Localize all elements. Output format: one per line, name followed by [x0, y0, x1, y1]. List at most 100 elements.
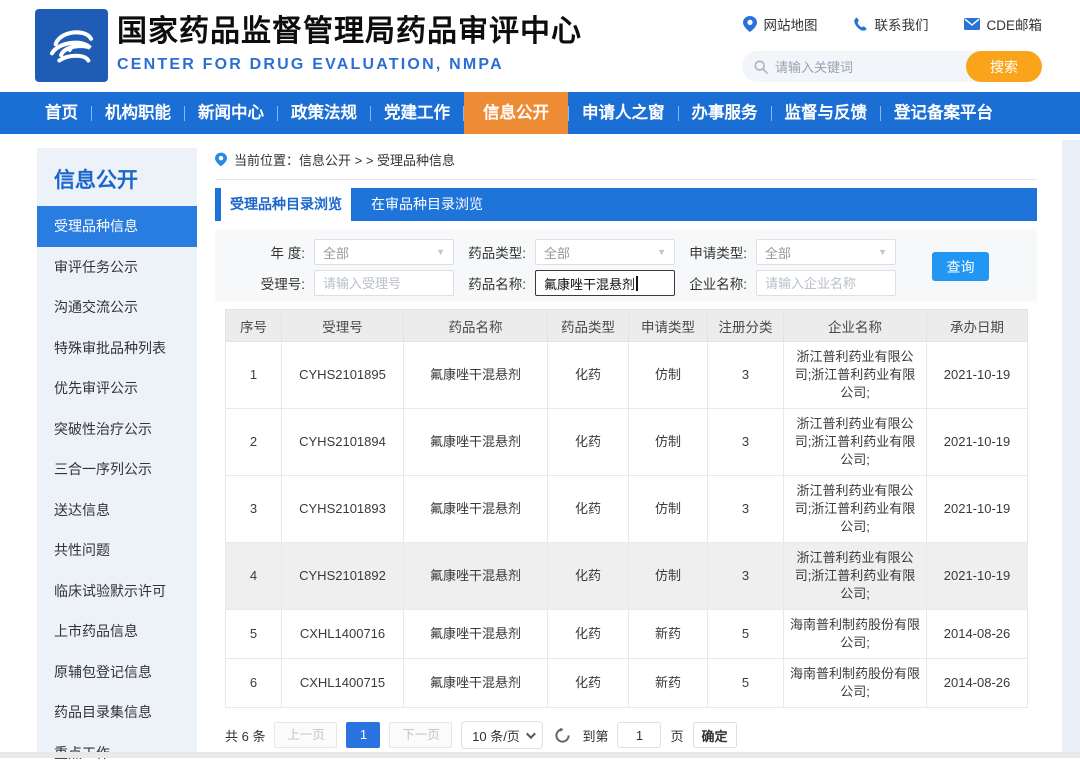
- chevron-down-icon: [526, 729, 536, 739]
- table-cell: CXHL1400716: [282, 610, 404, 659]
- table-cell: 仿制: [629, 409, 708, 476]
- sidebar-item-7[interactable]: 送达信息: [37, 490, 197, 531]
- sidebar-item-3[interactable]: 特殊审批品种列表: [37, 328, 197, 369]
- table-cell: 浙江普利药业有限公司;浙江普利药业有限公司;: [784, 543, 927, 610]
- query-button[interactable]: 查询: [932, 252, 989, 281]
- column-header-4: 申请类型: [629, 310, 708, 342]
- column-header-1: 受理号: [282, 310, 404, 342]
- apply-type-select[interactable]: 全部 ▼: [756, 239, 896, 265]
- sitemap-link[interactable]: 网站地图: [743, 14, 817, 34]
- year-select[interactable]: 全部 ▼: [314, 239, 454, 265]
- nav-item-8[interactable]: 监督与反馈: [772, 92, 881, 134]
- tab-accepted-catalog[interactable]: 受理品种目录浏览: [221, 188, 351, 221]
- table-header-row: 序号受理号药品名称药品类型申请类型注册分类企业名称承办日期: [226, 310, 1028, 342]
- sidebar-item-12[interactable]: 药品目录集信息: [37, 692, 197, 733]
- drug-name-value: 氟康唑干混悬剂: [544, 274, 635, 293]
- table-cell: 仿制: [629, 543, 708, 610]
- table-cell: CYHS2101894: [282, 409, 404, 476]
- table-cell: 氟康唑干混悬剂: [404, 543, 548, 610]
- sidebar-item-8[interactable]: 共性问题: [37, 530, 197, 571]
- table-cell: 5: [226, 610, 282, 659]
- results-table: 序号受理号药品名称药品类型申请类型注册分类企业名称承办日期 1CYHS21018…: [225, 309, 1028, 708]
- total-count: 共 6 条: [225, 726, 265, 745]
- chevron-down-icon: ▼: [657, 247, 666, 257]
- sidebar: 信息公开 受理品种信息审评任务公示沟通交流公示特殊审批品种列表优先审评公示突破性…: [37, 148, 197, 752]
- sidebar-item-6[interactable]: 三合一序列公示: [37, 449, 197, 490]
- nav-item-7[interactable]: 办事服务: [679, 92, 771, 134]
- drug-name-input[interactable]: 氟康唑干混悬剂: [535, 270, 675, 296]
- table-cell: 2014-08-26: [927, 610, 1028, 659]
- table-cell: 2014-08-26: [927, 659, 1028, 708]
- nav-item-3[interactable]: 政策法规: [278, 92, 370, 134]
- column-header-2: 药品名称: [404, 310, 548, 342]
- table-cell: 4: [226, 543, 282, 610]
- site-search[interactable]: 请输入关键词 搜索: [742, 51, 1042, 82]
- text-cursor: [636, 276, 638, 291]
- table-cell: 化药: [548, 342, 629, 409]
- results-table-wrap: 序号受理号药品名称药品类型申请类型注册分类企业名称承办日期 1CYHS21018…: [225, 309, 1027, 708]
- refresh-button[interactable]: [554, 727, 571, 744]
- sidebar-item-4[interactable]: 优先审评公示: [37, 368, 197, 409]
- page-size-value: 10 条/页: [472, 726, 520, 745]
- sidebar-item-9[interactable]: 临床试验默示许可: [37, 571, 197, 612]
- cde-mail-link[interactable]: CDE邮箱: [964, 14, 1042, 34]
- goto-label: 到第: [582, 726, 608, 745]
- sidebar-item-1[interactable]: 审评任务公示: [37, 247, 197, 288]
- cde-logo[interactable]: [35, 9, 108, 82]
- mail-label: CDE邮箱: [986, 14, 1042, 34]
- table-cell: CYHS2101893: [282, 476, 404, 543]
- table-cell: CYHS2101895: [282, 342, 404, 409]
- page-number-1[interactable]: 1: [346, 722, 380, 748]
- sidebar-item-11[interactable]: 原辅包登记信息: [37, 652, 197, 693]
- contact-label: 联系我们: [874, 14, 928, 34]
- goto-page-input[interactable]: [617, 722, 661, 748]
- brand-block: 国家药品监督管理局药品审评中心 CENTER FOR DRUG EVALUATI…: [117, 13, 582, 74]
- table-cell: 仿制: [629, 342, 708, 409]
- table-cell: 浙江普利药业有限公司;浙江普利药业有限公司;: [784, 342, 927, 409]
- page-size-select[interactable]: 10 条/页: [461, 721, 543, 749]
- nav-item-5[interactable]: 信息公开: [464, 92, 568, 134]
- swan-swirl-icon: [43, 17, 101, 75]
- location-pin-icon: [215, 152, 227, 167]
- confirm-button[interactable]: 确定: [693, 722, 737, 748]
- contact-link[interactable]: 联系我们: [853, 14, 928, 34]
- sidebar-item-2[interactable]: 沟通交流公示: [37, 287, 197, 328]
- accept-no-field: [314, 270, 454, 296]
- filter-row-2: 受理号: 药品名称: 氟康唑干混悬剂 企业名称:: [243, 270, 1037, 296]
- sidebar-item-0[interactable]: 受理品种信息: [37, 206, 197, 247]
- company-field: [756, 270, 896, 296]
- apply-type-select-value: 全部: [765, 243, 791, 262]
- company-input[interactable]: [765, 276, 887, 291]
- table-row-1: 1CYHS2101895氟康唑干混悬剂化药仿制3浙江普利药业有限公司;浙江普利药…: [226, 342, 1028, 409]
- table-cell: 3: [708, 342, 784, 409]
- nav-item-9[interactable]: 登记备案平台: [881, 92, 1006, 134]
- table-cell: CYHS2101892: [282, 543, 404, 610]
- tab-under-review-catalog[interactable]: 在审品种目录浏览: [351, 188, 503, 221]
- site-header: 国家药品监督管理局药品审评中心 CENTER FOR DRUG EVALUATI…: [0, 0, 1080, 92]
- table-cell: 海南普利制药股份有限公司;: [784, 659, 927, 708]
- nav-item-0[interactable]: 首页: [32, 92, 91, 134]
- next-page-button[interactable]: 下一页: [389, 722, 452, 748]
- table-cell: 2021-10-19: [927, 409, 1028, 476]
- quick-links: 网站地图 联系我们 CDE邮箱: [743, 14, 1042, 34]
- drug-type-label: 药品类型:: [464, 242, 526, 262]
- accept-no-input[interactable]: [323, 276, 445, 291]
- search-button[interactable]: 搜索: [966, 51, 1042, 82]
- year-label: 年 度:: [243, 242, 305, 262]
- filter-row-1: 年 度: 全部 ▼ 药品类型: 全部 ▼ 申请类型: 全部 ▼: [243, 239, 1037, 265]
- page-background-strip: [1062, 140, 1080, 752]
- table-cell: 5: [708, 610, 784, 659]
- sidebar-item-5[interactable]: 突破性治疗公示: [37, 409, 197, 450]
- prev-page-button[interactable]: 上一页: [274, 722, 337, 748]
- phone-icon: [853, 17, 868, 32]
- filter-panel: 年 度: 全部 ▼ 药品类型: 全部 ▼ 申请类型: 全部 ▼ 受理号: 药品名…: [215, 229, 1037, 301]
- footer-top-strip: [0, 752, 1080, 758]
- drug-type-select[interactable]: 全部 ▼: [535, 239, 675, 265]
- sidebar-item-10[interactable]: 上市药品信息: [37, 611, 197, 652]
- nav-item-1[interactable]: 机构职能: [92, 92, 184, 134]
- nav-item-2[interactable]: 新闻中心: [185, 92, 277, 134]
- search-input[interactable]: 请输入关键词: [775, 57, 966, 76]
- table-row-2: 2CYHS2101894氟康唑干混悬剂化药仿制3浙江普利药业有限公司;浙江普利药…: [226, 409, 1028, 476]
- nav-item-6[interactable]: 申请人之窗: [569, 92, 678, 134]
- nav-item-4[interactable]: 党建工作: [371, 92, 463, 134]
